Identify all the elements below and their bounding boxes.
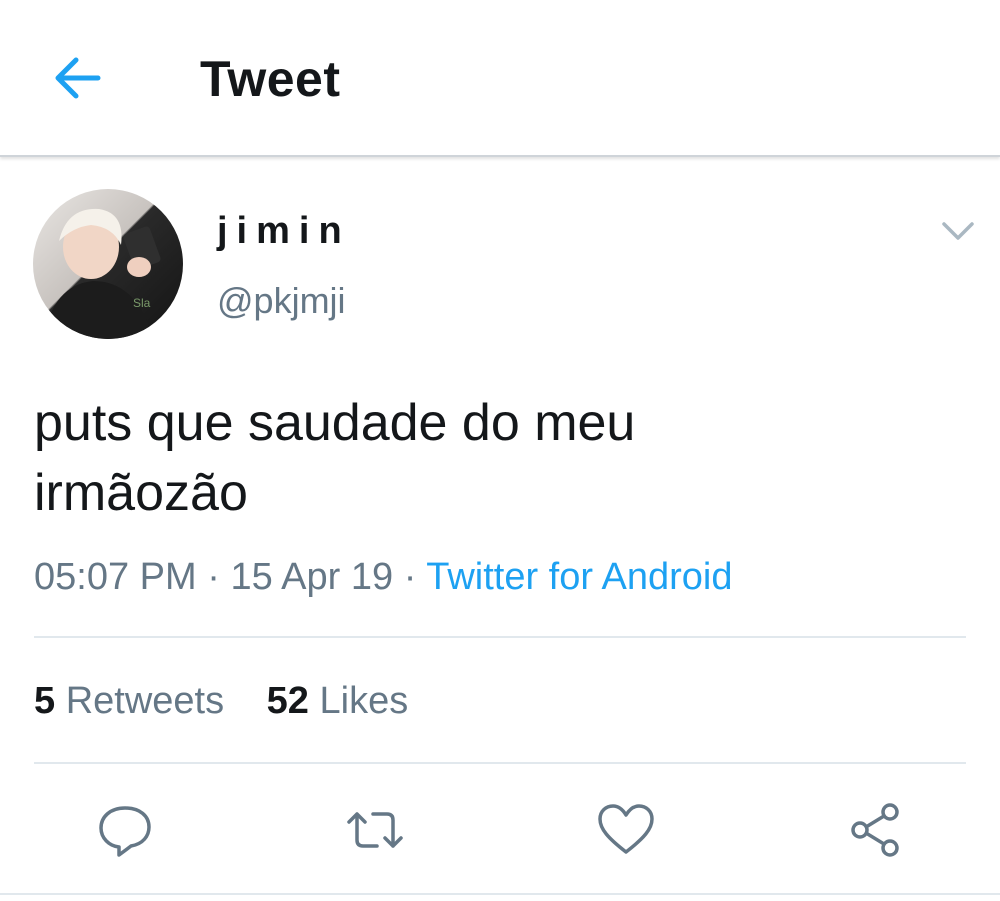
- display-name[interactable]: jimin: [217, 210, 351, 253]
- tweet-source-link[interactable]: Twitter for Android: [426, 556, 732, 598]
- likes-stat[interactable]: 52 Likes: [267, 680, 409, 722]
- profile-photo-icon: Sla: [43, 208, 161, 339]
- retweets-stat[interactable]: 5 Retweets: [34, 680, 224, 722]
- divider: [34, 762, 966, 764]
- user-handle[interactable]: @pkjmji: [217, 280, 346, 322]
- meta-separator: ·: [207, 556, 220, 598]
- arrow-left-icon: [55, 57, 101, 99]
- likes-label: Likes: [319, 680, 409, 722]
- tweet-meta: 05:07 PM · 15 Apr 19 · Twitter for Andro…: [34, 556, 732, 599]
- tweet-text: puts que saudade do meu irmãozão: [34, 394, 636, 522]
- retweets-label: Retweets: [65, 680, 225, 722]
- tweet-options-button[interactable]: [938, 216, 978, 246]
- back-button[interactable]: [48, 50, 108, 106]
- meta-separator: ·: [403, 556, 417, 598]
- heart-icon: [598, 804, 654, 854]
- retweets-count: 5: [34, 680, 56, 722]
- retweet-arrows-icon: [347, 812, 403, 848]
- tweet-time: 05:07 PM: [34, 556, 197, 598]
- share-icon: [851, 803, 899, 857]
- tweet-date: 15 Apr 19: [230, 556, 394, 598]
- like-button[interactable]: [596, 800, 656, 860]
- avatar[interactable]: Sla: [33, 189, 183, 339]
- top-bar: Tweet: [0, 0, 1000, 157]
- chevron-down-icon: [942, 222, 974, 240]
- divider: [34, 636, 966, 638]
- svg-text:Sla: Sla: [133, 296, 151, 310]
- reply-button[interactable]: [95, 800, 155, 860]
- share-button[interactable]: [846, 800, 906, 860]
- page-title: Tweet: [200, 51, 341, 107]
- likes-count: 52: [266, 680, 309, 722]
- tweet-stats: 5 Retweets 52 Likes: [34, 680, 408, 723]
- retweet-button[interactable]: [343, 800, 403, 860]
- bottom-divider: [0, 893, 1000, 895]
- speech-bubble-icon: [99, 806, 151, 857]
